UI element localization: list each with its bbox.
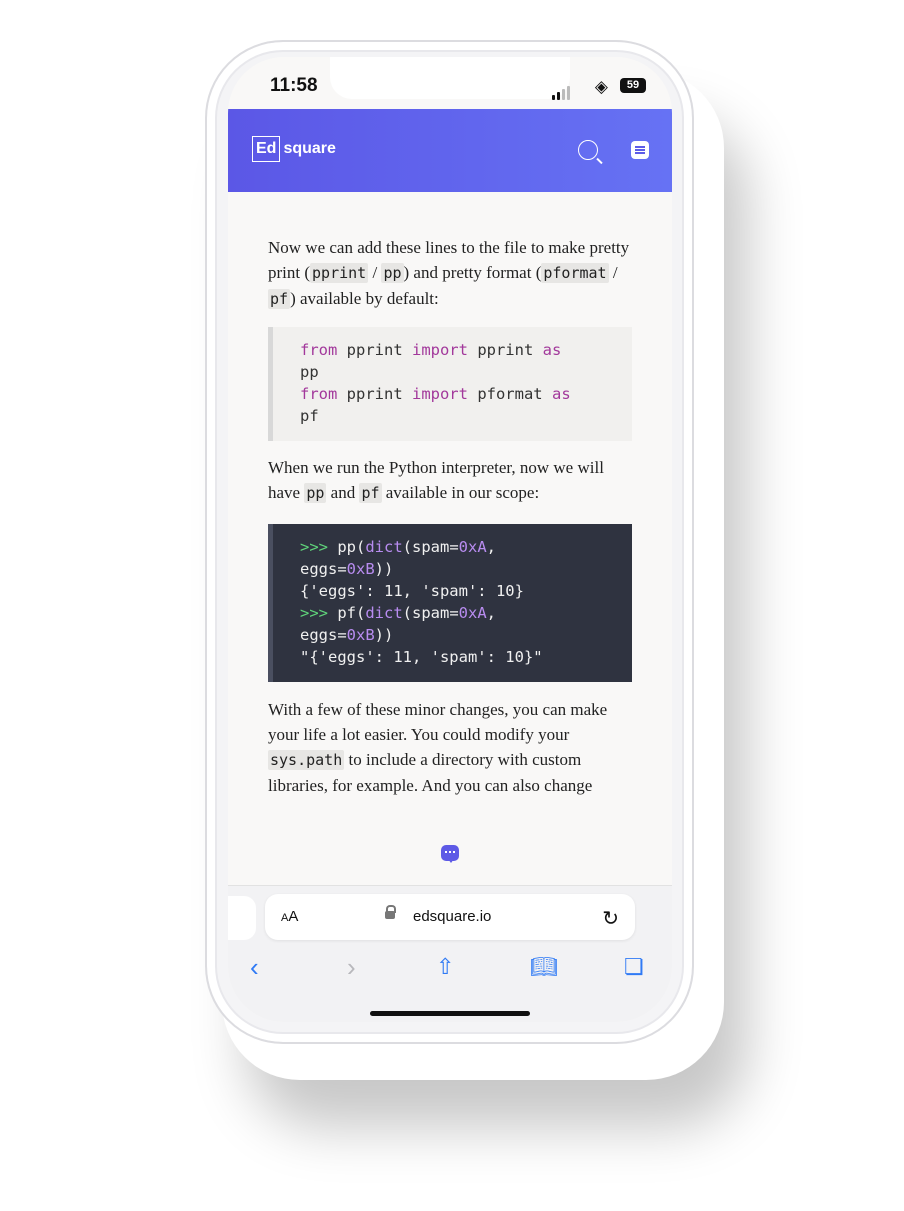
lock-icon <box>385 905 396 919</box>
previous-tab-preview[interactable] <box>228 896 256 940</box>
menu-icon[interactable] <box>631 141 649 159</box>
article-content-3: With a few of these minor changes, you c… <box>268 697 638 798</box>
reader-settings-button[interactable]: AA <box>281 908 298 925</box>
wifi-icon: ◈ <box>594 77 608 96</box>
tabs-icon[interactable]: ❏ <box>624 954 644 980</box>
paragraph-text: ) available by default: <box>290 289 439 308</box>
browser-nav: ‹ › ⇧ 📖︎ ❏ <box>228 948 672 988</box>
status-bar: 11:58 ◈ 59 <box>228 57 672 109</box>
signal-icon <box>552 82 572 100</box>
paragraph-text: and <box>326 483 360 502</box>
inline-code: pprint <box>310 263 369 283</box>
site-header: Ed square <box>228 109 672 192</box>
share-icon[interactable]: ⇧ <box>436 954 454 980</box>
article-content-2: When we run the Python interpreter, now … <box>268 455 638 506</box>
paragraph-text: With a few of these minor changes, you c… <box>268 700 608 744</box>
paragraph-text: available in our scope: <box>381 483 540 502</box>
address-bar[interactable]: AA edsquare.io ↻ <box>265 894 635 940</box>
reload-icon[interactable]: ↻ <box>602 906 619 931</box>
battery-icon: 59 <box>620 78 646 93</box>
code-block-repl: >>> pp(dict(spam=0xA, eggs=0xB)) {'eggs'… <box>268 524 632 682</box>
paragraph-text: / <box>608 263 618 282</box>
paragraph-1: Now we can add these lines to the file t… <box>268 235 638 312</box>
paragraph-text: ) and pretty format ( <box>403 263 542 282</box>
url-text: edsquare.io <box>413 908 492 925</box>
search-icon[interactable] <box>578 140 598 160</box>
inline-code: sys.path <box>268 750 345 770</box>
chevron-right-icon[interactable]: › <box>347 952 356 983</box>
inline-code: pp <box>381 263 404 283</box>
logo-text: square <box>283 140 336 157</box>
book-icon[interactable]: 📖︎ <box>530 954 558 980</box>
inline-code: pformat <box>541 263 609 283</box>
chevron-left-icon[interactable]: ‹ <box>250 952 259 983</box>
paragraph-3: With a few of these minor changes, you c… <box>268 697 638 798</box>
notch <box>330 57 570 99</box>
paragraph-text: / <box>368 263 382 282</box>
chat-icon[interactable] <box>441 845 459 863</box>
status-time: 11:58 <box>270 75 318 96</box>
article-content: Now we can add these lines to the file t… <box>268 235 638 312</box>
logo-box: Ed <box>252 136 281 162</box>
paragraph-2: When we run the Python interpreter, now … <box>268 455 638 506</box>
inline-code: pp <box>304 483 327 503</box>
browser-toolbar: AA edsquare.io ↻ ‹ › ⇧ 📖︎ ❏ <box>228 885 672 1022</box>
code-block-config: from pprint import pprint as pp from ppr… <box>268 327 632 441</box>
screen: 11:58 ◈ 59 Ed square Now we can add thes… <box>228 57 672 1022</box>
site-logo[interactable]: Ed square <box>252 136 336 162</box>
inline-code: pf <box>268 289 291 309</box>
inline-code: pf <box>359 483 382 503</box>
home-indicator <box>370 1011 530 1016</box>
